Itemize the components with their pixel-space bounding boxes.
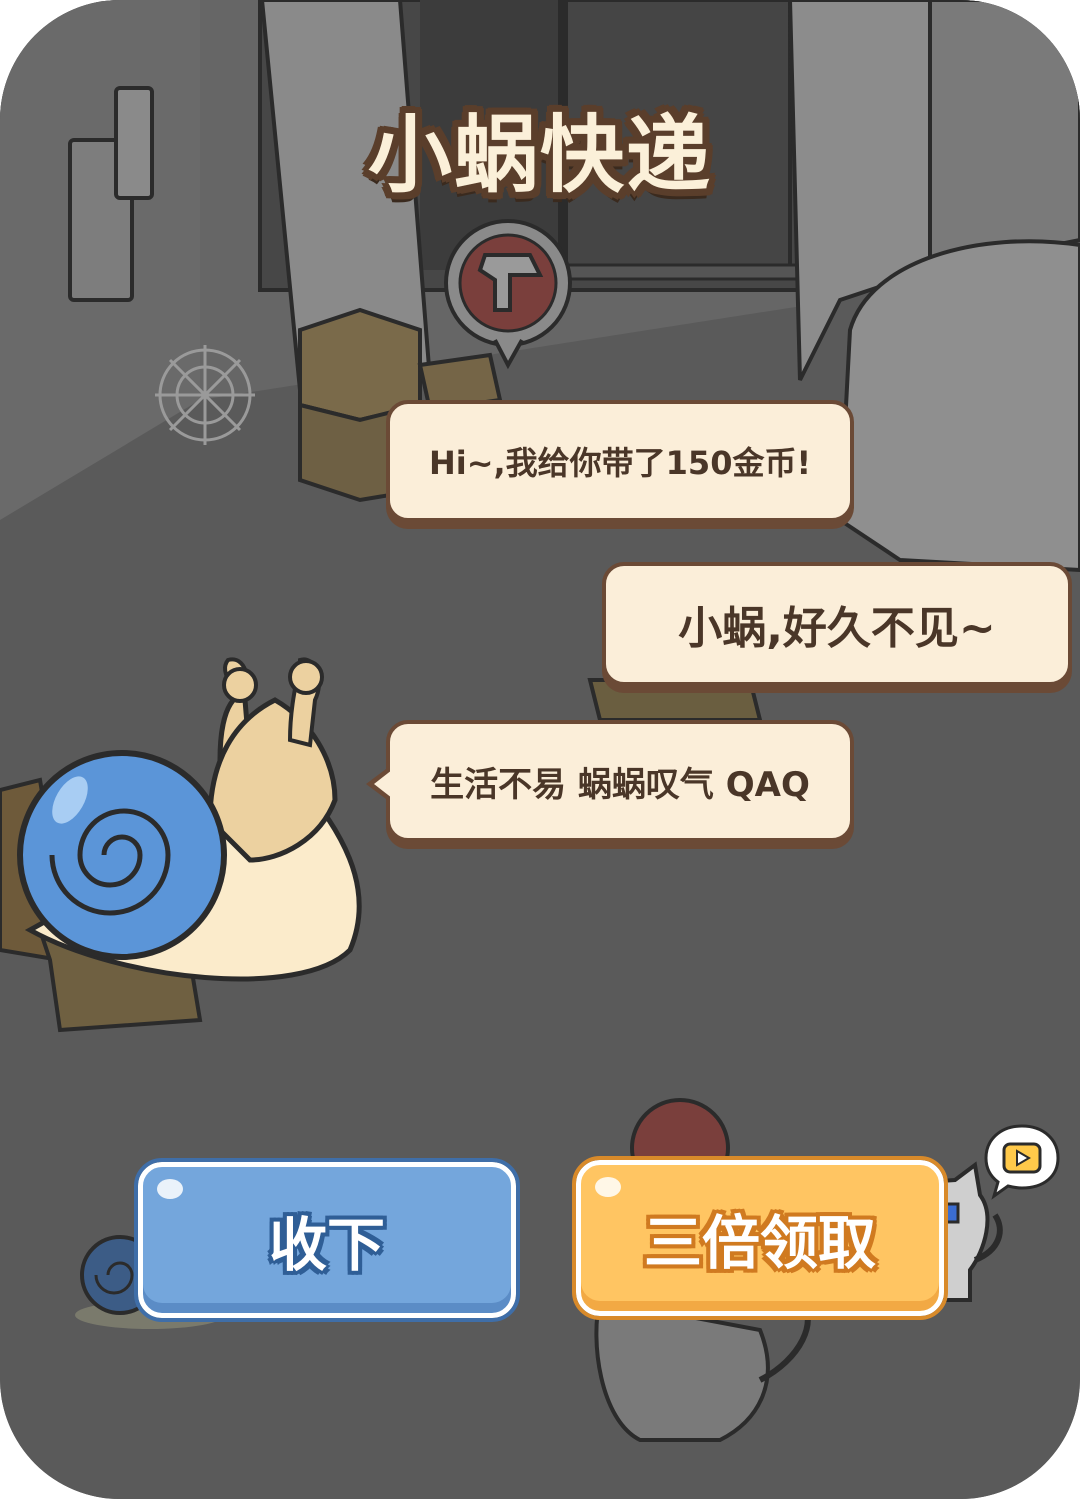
player-reply-bubble: 小蜗,好久不见~: [602, 562, 1072, 686]
cobweb: [155, 345, 255, 445]
snail-message-sigh-text: 生活不易 蜗蜗叹气 QAQ: [430, 764, 810, 805]
button-gloss: [595, 1177, 621, 1197]
triple-claim-button[interactable]: 三倍领取: [572, 1156, 948, 1320]
bubble-tail-inner: [374, 770, 392, 798]
player-reply-text: 小蜗,好久不见~: [678, 603, 996, 654]
game-frame: 小蜗快递 Hi~,我给你带了150金币! 小蜗,好久不见~ 生活不易 蜗蜗叹气 …: [0, 0, 1080, 1499]
snail-message-sigh: 生活不易 蜗蜗叹气 QAQ: [366, 720, 854, 842]
page-title: 小蜗快递: [367, 106, 712, 204]
collect-button-label: 收下: [268, 1211, 385, 1279]
collect-button[interactable]: 收下: [134, 1158, 520, 1322]
snail-message-coins-text: Hi~,我给你带了150金币!: [428, 444, 812, 482]
play-video-icon[interactable]: [982, 1120, 1062, 1202]
couch: [837, 239, 1080, 573]
button-gloss: [157, 1179, 183, 1199]
snail-message-coins: Hi~,我给你带了150金币!: [386, 400, 854, 522]
triple-claim-button-label: 三倍领取: [643, 1209, 876, 1277]
